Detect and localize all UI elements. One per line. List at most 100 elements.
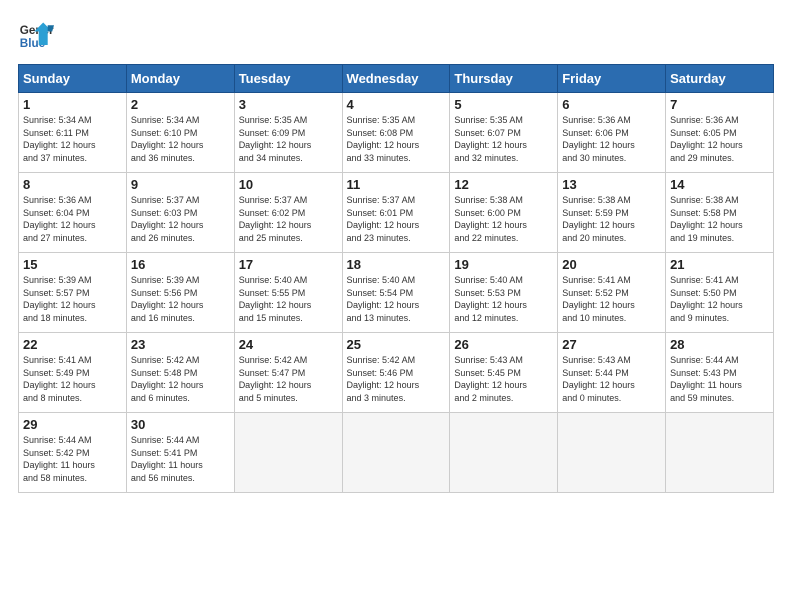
day-number: 20 [562, 257, 661, 272]
calendar-body: 1 Sunrise: 5:34 AM Sunset: 6:11 PM Daylig… [19, 93, 774, 493]
weekday-wednesday: Wednesday [342, 65, 450, 93]
day-number: 26 [454, 337, 553, 352]
day-number: 4 [347, 97, 446, 112]
weekday-monday: Monday [126, 65, 234, 93]
calendar-table: SundayMondayTuesdayWednesdayThursdayFrid… [18, 64, 774, 493]
day-cell: 20Sunrise: 5:41 AM Sunset: 5:52 PM Dayli… [558, 253, 666, 333]
day-info: Sunrise: 5:38 AM Sunset: 5:58 PM Dayligh… [670, 194, 769, 244]
day-number: 13 [562, 177, 661, 192]
day-number: 24 [239, 337, 338, 352]
day-number: 29 [23, 417, 122, 432]
day-number: 28 [670, 337, 769, 352]
day-cell: 19 Sunrise: 5:40 AM Sunset: 5:53 PM Dayli… [450, 253, 558, 333]
day-info: Sunrise: 5:36 AM Sunset: 6:04 PM Dayligh… [23, 194, 122, 244]
day-cell: 7 Sunrise: 5:36 AM Sunset: 6:05 PM Daylig… [666, 93, 774, 173]
day-number: 5 [454, 97, 553, 112]
day-cell: 22 Sunrise: 5:41 AM Sunset: 5:49 PM Dayli… [19, 333, 127, 413]
day-info: Sunrise: 5:37 AM Sunset: 6:01 PM Dayligh… [347, 194, 446, 244]
day-info: Sunrise: 5:34 AM Sunset: 6:11 PM Dayligh… [23, 114, 122, 164]
day-cell: 18 Sunrise: 5:40 AM Sunset: 5:54 PM Dayli… [342, 253, 450, 333]
week-row-4: 29Sunrise: 5:44 AM Sunset: 5:42 PM Dayli… [19, 413, 774, 493]
day-cell: 10Sunrise: 5:37 AM Sunset: 6:02 PM Dayli… [234, 173, 342, 253]
day-cell: 29Sunrise: 5:44 AM Sunset: 5:42 PM Dayli… [19, 413, 127, 493]
day-cell [666, 413, 774, 493]
logo: General Blue [18, 18, 54, 54]
day-cell: 8 Sunrise: 5:36 AM Sunset: 6:04 PM Daylig… [19, 173, 127, 253]
day-number: 8 [23, 177, 122, 192]
day-info: Sunrise: 5:36 AM Sunset: 6:05 PM Dayligh… [670, 114, 769, 164]
day-cell [342, 413, 450, 493]
day-number: 18 [347, 257, 446, 272]
day-cell: 11 Sunrise: 5:37 AM Sunset: 6:01 PM Dayli… [342, 173, 450, 253]
day-cell: 17Sunrise: 5:40 AM Sunset: 5:55 PM Dayli… [234, 253, 342, 333]
day-info: Sunrise: 5:34 AM Sunset: 6:10 PM Dayligh… [131, 114, 230, 164]
day-cell: 5 Sunrise: 5:35 AM Sunset: 6:07 PM Daylig… [450, 93, 558, 173]
day-cell [234, 413, 342, 493]
day-number: 11 [347, 177, 446, 192]
day-cell: 3 Sunrise: 5:35 AM Sunset: 6:09 PM Daylig… [234, 93, 342, 173]
day-cell: 16 Sunrise: 5:39 AM Sunset: 5:56 PM Dayli… [126, 253, 234, 333]
day-info: Sunrise: 5:37 AM Sunset: 6:03 PM Dayligh… [131, 194, 230, 244]
day-number: 2 [131, 97, 230, 112]
day-number: 22 [23, 337, 122, 352]
weekday-sunday: Sunday [19, 65, 127, 93]
day-number: 7 [670, 97, 769, 112]
day-info: Sunrise: 5:38 AM Sunset: 6:00 PM Dayligh… [454, 194, 553, 244]
day-cell [450, 413, 558, 493]
day-number: 3 [239, 97, 338, 112]
day-info: Sunrise: 5:35 AM Sunset: 6:07 PM Dayligh… [454, 114, 553, 164]
day-cell: 12 Sunrise: 5:38 AM Sunset: 6:00 PM Dayli… [450, 173, 558, 253]
weekday-header: SundayMondayTuesdayWednesdayThursdayFrid… [19, 65, 774, 93]
day-info: Sunrise: 5:43 AM Sunset: 5:45 PM Dayligh… [454, 354, 553, 404]
day-number: 1 [23, 97, 122, 112]
day-cell: 26 Sunrise: 5:43 AM Sunset: 5:45 PM Dayli… [450, 333, 558, 413]
day-info: Sunrise: 5:44 AM Sunset: 5:43 PM Dayligh… [670, 354, 769, 404]
day-cell: 2 Sunrise: 5:34 AM Sunset: 6:10 PM Daylig… [126, 93, 234, 173]
week-row-2: 15Sunrise: 5:39 AM Sunset: 5:57 PM Dayli… [19, 253, 774, 333]
day-number: 30 [131, 417, 230, 432]
day-cell: 6 Sunrise: 5:36 AM Sunset: 6:06 PM Daylig… [558, 93, 666, 173]
day-cell: 28 Sunrise: 5:44 AM Sunset: 5:43 PM Dayli… [666, 333, 774, 413]
day-number: 12 [454, 177, 553, 192]
day-number: 16 [131, 257, 230, 272]
day-number: 14 [670, 177, 769, 192]
day-info: Sunrise: 5:41 AM Sunset: 5:50 PM Dayligh… [670, 274, 769, 324]
day-number: 6 [562, 97, 661, 112]
day-info: Sunrise: 5:39 AM Sunset: 5:57 PM Dayligh… [23, 274, 122, 324]
day-info: Sunrise: 5:35 AM Sunset: 6:09 PM Dayligh… [239, 114, 338, 164]
weekday-thursday: Thursday [450, 65, 558, 93]
day-cell: 24 Sunrise: 5:42 AM Sunset: 5:47 PM Dayli… [234, 333, 342, 413]
day-cell: 27Sunrise: 5:43 AM Sunset: 5:44 PM Dayli… [558, 333, 666, 413]
day-info: Sunrise: 5:41 AM Sunset: 5:49 PM Dayligh… [23, 354, 122, 404]
page: General Blue SundayMondayTuesdayWednesda… [0, 0, 792, 612]
day-cell: 30 Sunrise: 5:44 AM Sunset: 5:41 PM Dayli… [126, 413, 234, 493]
day-info: Sunrise: 5:40 AM Sunset: 5:53 PM Dayligh… [454, 274, 553, 324]
day-cell: 15Sunrise: 5:39 AM Sunset: 5:57 PM Dayli… [19, 253, 127, 333]
day-number: 17 [239, 257, 338, 272]
day-info: Sunrise: 5:38 AM Sunset: 5:59 PM Dayligh… [562, 194, 661, 244]
day-number: 9 [131, 177, 230, 192]
day-info: Sunrise: 5:44 AM Sunset: 5:41 PM Dayligh… [131, 434, 230, 484]
day-cell: 21 Sunrise: 5:41 AM Sunset: 5:50 PM Dayli… [666, 253, 774, 333]
day-info: Sunrise: 5:40 AM Sunset: 5:54 PM Dayligh… [347, 274, 446, 324]
day-number: 19 [454, 257, 553, 272]
day-number: 25 [347, 337, 446, 352]
day-cell: 4 Sunrise: 5:35 AM Sunset: 6:08 PM Daylig… [342, 93, 450, 173]
day-info: Sunrise: 5:39 AM Sunset: 5:56 PM Dayligh… [131, 274, 230, 324]
day-cell: 9 Sunrise: 5:37 AM Sunset: 6:03 PM Daylig… [126, 173, 234, 253]
week-row-1: 8 Sunrise: 5:36 AM Sunset: 6:04 PM Daylig… [19, 173, 774, 253]
day-cell [558, 413, 666, 493]
day-info: Sunrise: 5:42 AM Sunset: 5:48 PM Dayligh… [131, 354, 230, 404]
day-cell: 14 Sunrise: 5:38 AM Sunset: 5:58 PM Dayli… [666, 173, 774, 253]
weekday-friday: Friday [558, 65, 666, 93]
day-info: Sunrise: 5:35 AM Sunset: 6:08 PM Dayligh… [347, 114, 446, 164]
weekday-tuesday: Tuesday [234, 65, 342, 93]
day-cell: 23Sunrise: 5:42 AM Sunset: 5:48 PM Dayli… [126, 333, 234, 413]
day-number: 21 [670, 257, 769, 272]
day-number: 10 [239, 177, 338, 192]
day-info: Sunrise: 5:42 AM Sunset: 5:47 PM Dayligh… [239, 354, 338, 404]
day-cell: 25Sunrise: 5:42 AM Sunset: 5:46 PM Dayli… [342, 333, 450, 413]
day-info: Sunrise: 5:36 AM Sunset: 6:06 PM Dayligh… [562, 114, 661, 164]
weekday-saturday: Saturday [666, 65, 774, 93]
week-row-0: 1 Sunrise: 5:34 AM Sunset: 6:11 PM Daylig… [19, 93, 774, 173]
